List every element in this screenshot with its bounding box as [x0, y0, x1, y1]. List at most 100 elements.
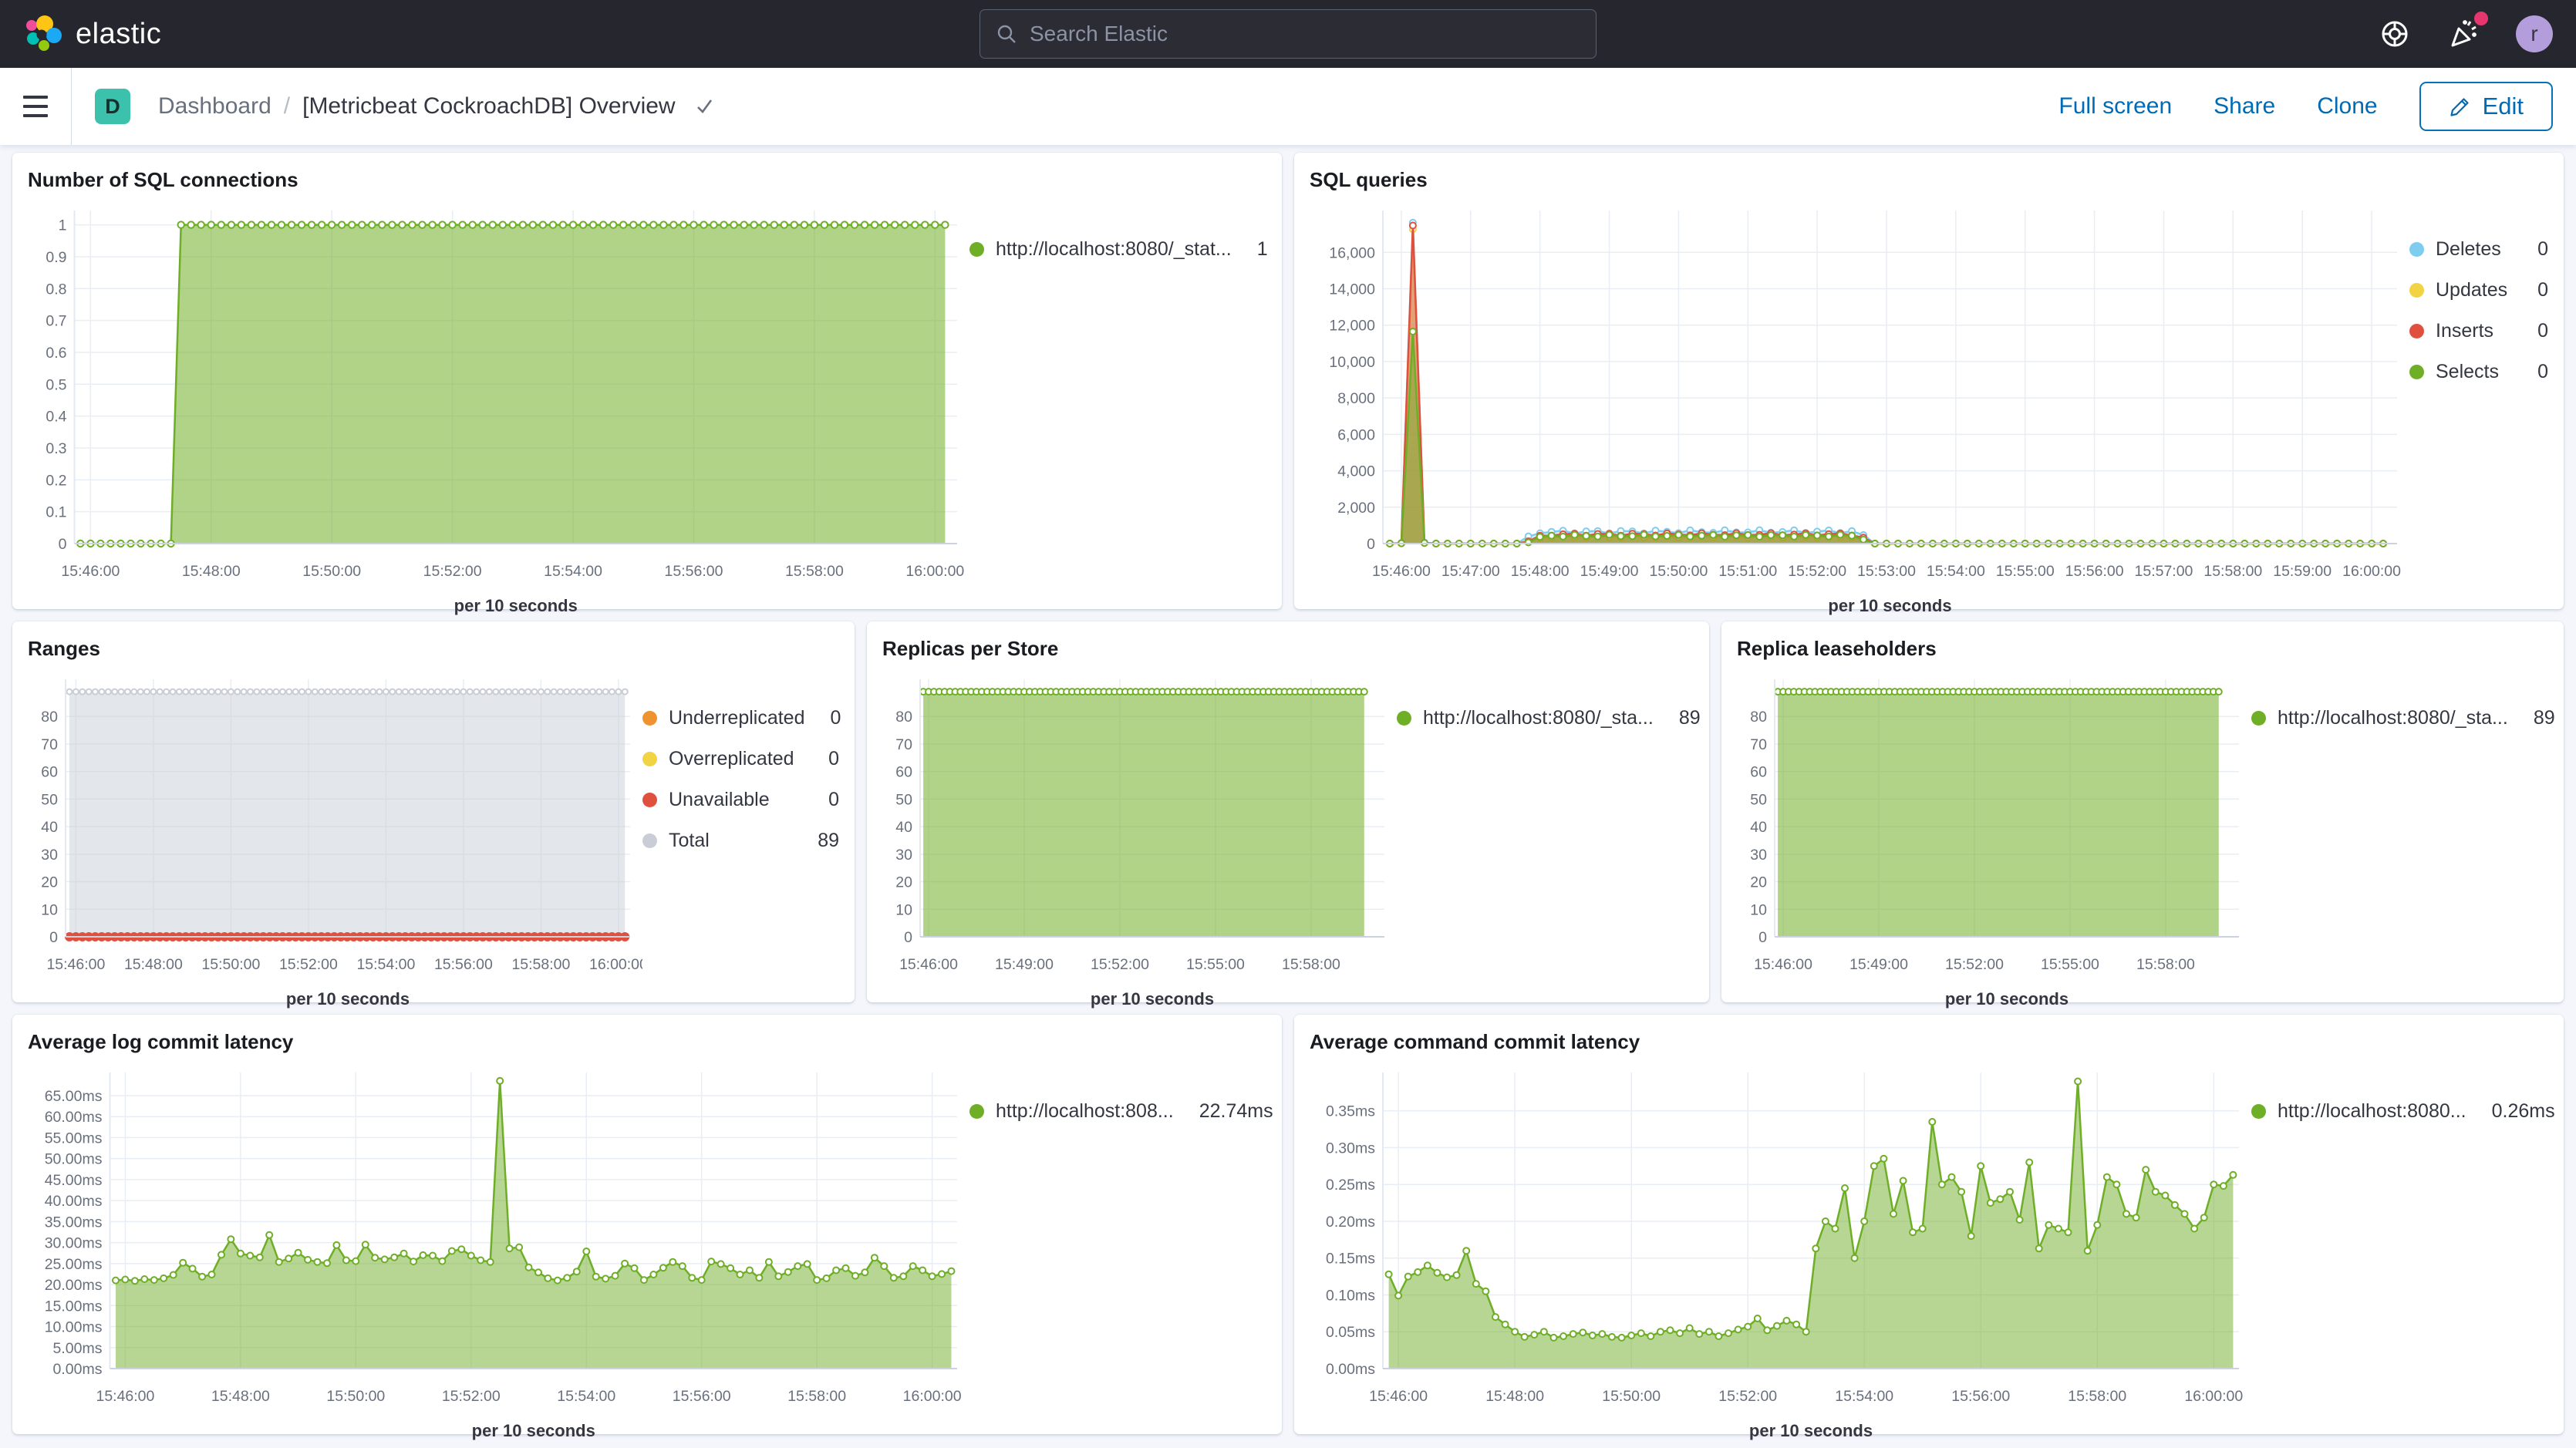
help-icon[interactable] [2377, 16, 2412, 52]
chart-canvas-replicas_per_store[interactable]: 0102030405060708015:46:0015:49:0015:52:0… [882, 662, 1397, 1020]
breadcrumb-dashboard-link[interactable]: Dashboard [158, 93, 271, 120]
panel-replicas_per_store: Replicas per Store0102030405060708015:46… [867, 621, 1709, 1002]
svg-text:10,000: 10,000 [1329, 354, 1375, 371]
chart-area: 0102030405060708015:46:0015:49:0015:52:0… [1737, 662, 2548, 996]
page-title: [Metricbeat CockroachDB] Overview [302, 93, 676, 120]
svg-text:15:52:00: 15:52:00 [423, 563, 482, 580]
svg-text:0.9: 0.9 [46, 249, 66, 266]
chart-canvas-sql_connections[interactable]: 00.10.20.30.40.50.60.70.80.9115:46:0015:… [28, 194, 969, 627]
panel-sql_queries: SQL queries02,0004,0006,0008,00010,00012… [1294, 153, 2564, 609]
legend-dot-icon [642, 833, 657, 848]
panel-title: SQL queries [1310, 168, 2548, 192]
legend-label: Inserts [2436, 320, 2493, 342]
svg-text:15:48:00: 15:48:00 [211, 1388, 270, 1405]
svg-text:15:58:00: 15:58:00 [2068, 1388, 2126, 1405]
legend-item[interactable]: Unavailable 0 [642, 789, 839, 811]
breadcrumb: Dashboard / [Metricbeat CockroachDB] Ove… [158, 93, 716, 120]
panel-replica_leaseholders: Replica leaseholders0102030405060708015:… [1721, 621, 2564, 1002]
clone-button[interactable]: Clone [2317, 93, 2377, 120]
svg-text:15:48:00: 15:48:00 [182, 563, 241, 580]
svg-text:25.00ms: 25.00ms [45, 1256, 103, 1273]
svg-text:15:52:00: 15:52:00 [279, 956, 338, 973]
svg-text:0.15ms: 0.15ms [1326, 1251, 1375, 1268]
dashboard-toolbar: D Dashboard / [Metricbeat CockroachDB] O… [0, 68, 2576, 145]
svg-text:16:00:00: 16:00:00 [2342, 563, 2401, 580]
notification-badge [2474, 12, 2488, 25]
panel-row-3: Average log commit latency0.00ms5.00ms10… [12, 1015, 2564, 1434]
chart-canvas-box: 02,0004,0006,0008,00010,00012,00014,0001… [1310, 194, 2409, 603]
legend-item[interactable]: Inserts0 [2409, 320, 2548, 342]
share-button[interactable]: Share [2214, 93, 2275, 120]
chart-canvas-avg_cmd_commit_latency[interactable]: 0.00ms0.05ms0.10ms0.15ms0.20ms0.25ms0.30… [1310, 1056, 2251, 1448]
chart-legend: http://localhost:8080/_sta...89 [2251, 662, 2548, 996]
svg-text:20: 20 [895, 874, 912, 891]
legend-item[interactable]: Underreplicated0 [642, 707, 839, 729]
legend-value: 0 [814, 789, 839, 811]
svg-text:0.20ms: 0.20ms [1326, 1214, 1375, 1231]
svg-text:15:57:00: 15:57:00 [2135, 563, 2193, 580]
legend-item[interactable]: Overreplicated0 [642, 748, 839, 770]
chart-canvas-avg_log_commit_latency[interactable]: 0.00ms5.00ms10.00ms15.00ms20.00ms25.00ms… [28, 1056, 969, 1448]
global-search-bar[interactable] [979, 9, 1597, 59]
legend-dot-icon [642, 711, 657, 726]
menu-icon[interactable] [0, 68, 71, 145]
chart-canvas-replica_leaseholders[interactable]: 0102030405060708015:46:0015:49:0015:52:0… [1737, 662, 2251, 1020]
svg-text:6,000: 6,000 [1337, 426, 1375, 443]
edit-button[interactable]: Edit [2419, 82, 2553, 131]
svg-text:0.35ms: 0.35ms [1326, 1103, 1375, 1120]
newsfeed-icon[interactable] [2446, 16, 2482, 52]
svg-text:15:47:00: 15:47:00 [1441, 563, 1500, 580]
legend-label: Unavailable [669, 789, 770, 811]
svg-text:1: 1 [59, 217, 67, 234]
svg-text:per 10 seconds: per 10 seconds [1091, 989, 1214, 1009]
svg-text:per 10 seconds: per 10 seconds [472, 1421, 595, 1440]
full-screen-button[interactable]: Full screen [2058, 93, 2172, 120]
app-root: elastic [0, 0, 2576, 1446]
legend-item[interactable]: Total89 [642, 830, 839, 852]
user-avatar[interactable]: r [2516, 15, 2553, 52]
legend-item[interactable]: Selects0 [2409, 361, 2548, 383]
svg-text:16:00:00: 16:00:00 [589, 956, 642, 973]
chart-canvas-sql_queries[interactable]: 02,0004,0006,0008,00010,00012,00014,0001… [1310, 194, 2409, 627]
check-icon[interactable] [693, 95, 716, 118]
svg-text:0.30ms: 0.30ms [1326, 1140, 1375, 1157]
legend-value: 89 [804, 830, 839, 852]
dashboard-avatar[interactable]: D [95, 89, 130, 124]
legend-value: 0 [2524, 238, 2548, 261]
svg-text:15:52:00: 15:52:00 [442, 1388, 501, 1405]
edit-button-label: Edit [2483, 93, 2524, 120]
svg-text:15:58:00: 15:58:00 [511, 956, 570, 973]
svg-text:0.25ms: 0.25ms [1326, 1177, 1375, 1194]
svg-text:per 10 seconds: per 10 seconds [1749, 1421, 1873, 1440]
legend-item[interactable]: http://localhost:808...22.74ms [969, 1100, 1266, 1123]
svg-text:15:56:00: 15:56:00 [1951, 1388, 2010, 1405]
chart-area: 0.00ms0.05ms0.10ms0.15ms0.20ms0.25ms0.30… [1310, 1056, 2548, 1428]
chart-area: 0102030405060708015:46:0015:49:0015:52:0… [882, 662, 1694, 996]
search-input[interactable] [1030, 22, 1580, 46]
svg-text:10.00ms: 10.00ms [45, 1319, 103, 1336]
legend-item[interactable]: Updates0 [2409, 279, 2548, 301]
chart-canvas-ranges[interactable]: 0102030405060708015:46:0015:48:0015:50:0… [28, 662, 642, 1020]
svg-text:15:50:00: 15:50:00 [201, 956, 260, 973]
svg-text:15:50:00: 15:50:00 [326, 1388, 385, 1405]
svg-text:40: 40 [1750, 819, 1767, 836]
svg-text:20: 20 [41, 874, 58, 891]
legend-item[interactable]: http://localhost:8080/_sta...89 [1397, 707, 1694, 729]
legend-item[interactable]: Deletes0 [2409, 238, 2548, 261]
svg-text:15:54:00: 15:54:00 [557, 1388, 615, 1405]
chart-legend: http://localhost:808...22.74ms [969, 1056, 1266, 1428]
legend-label: http://localhost:8080... [2278, 1100, 2466, 1123]
legend-dot-icon [642, 752, 657, 766]
svg-text:8,000: 8,000 [1337, 390, 1375, 407]
chart-canvas-box: 00.10.20.30.40.50.60.70.80.9115:46:0015:… [28, 194, 969, 603]
panel-avg_log_commit_latency: Average log commit latency0.00ms5.00ms10… [12, 1015, 1282, 1434]
legend-item[interactable]: http://localhost:8080...0.26ms [2251, 1100, 2548, 1123]
global-header: elastic [0, 0, 2576, 68]
elastic-logo-icon[interactable] [23, 14, 63, 54]
legend-dot-icon [2251, 1104, 2266, 1119]
svg-text:45.00ms: 45.00ms [45, 1172, 103, 1189]
dashboard-grid: Number of SQL connections00.10.20.30.40.… [0, 145, 2576, 1446]
legend-item[interactable]: http://localhost:8080/_sta...89 [2251, 707, 2548, 729]
svg-text:30: 30 [895, 847, 912, 864]
legend-item[interactable]: http://localhost:8080/_stat...1 [969, 238, 1266, 261]
